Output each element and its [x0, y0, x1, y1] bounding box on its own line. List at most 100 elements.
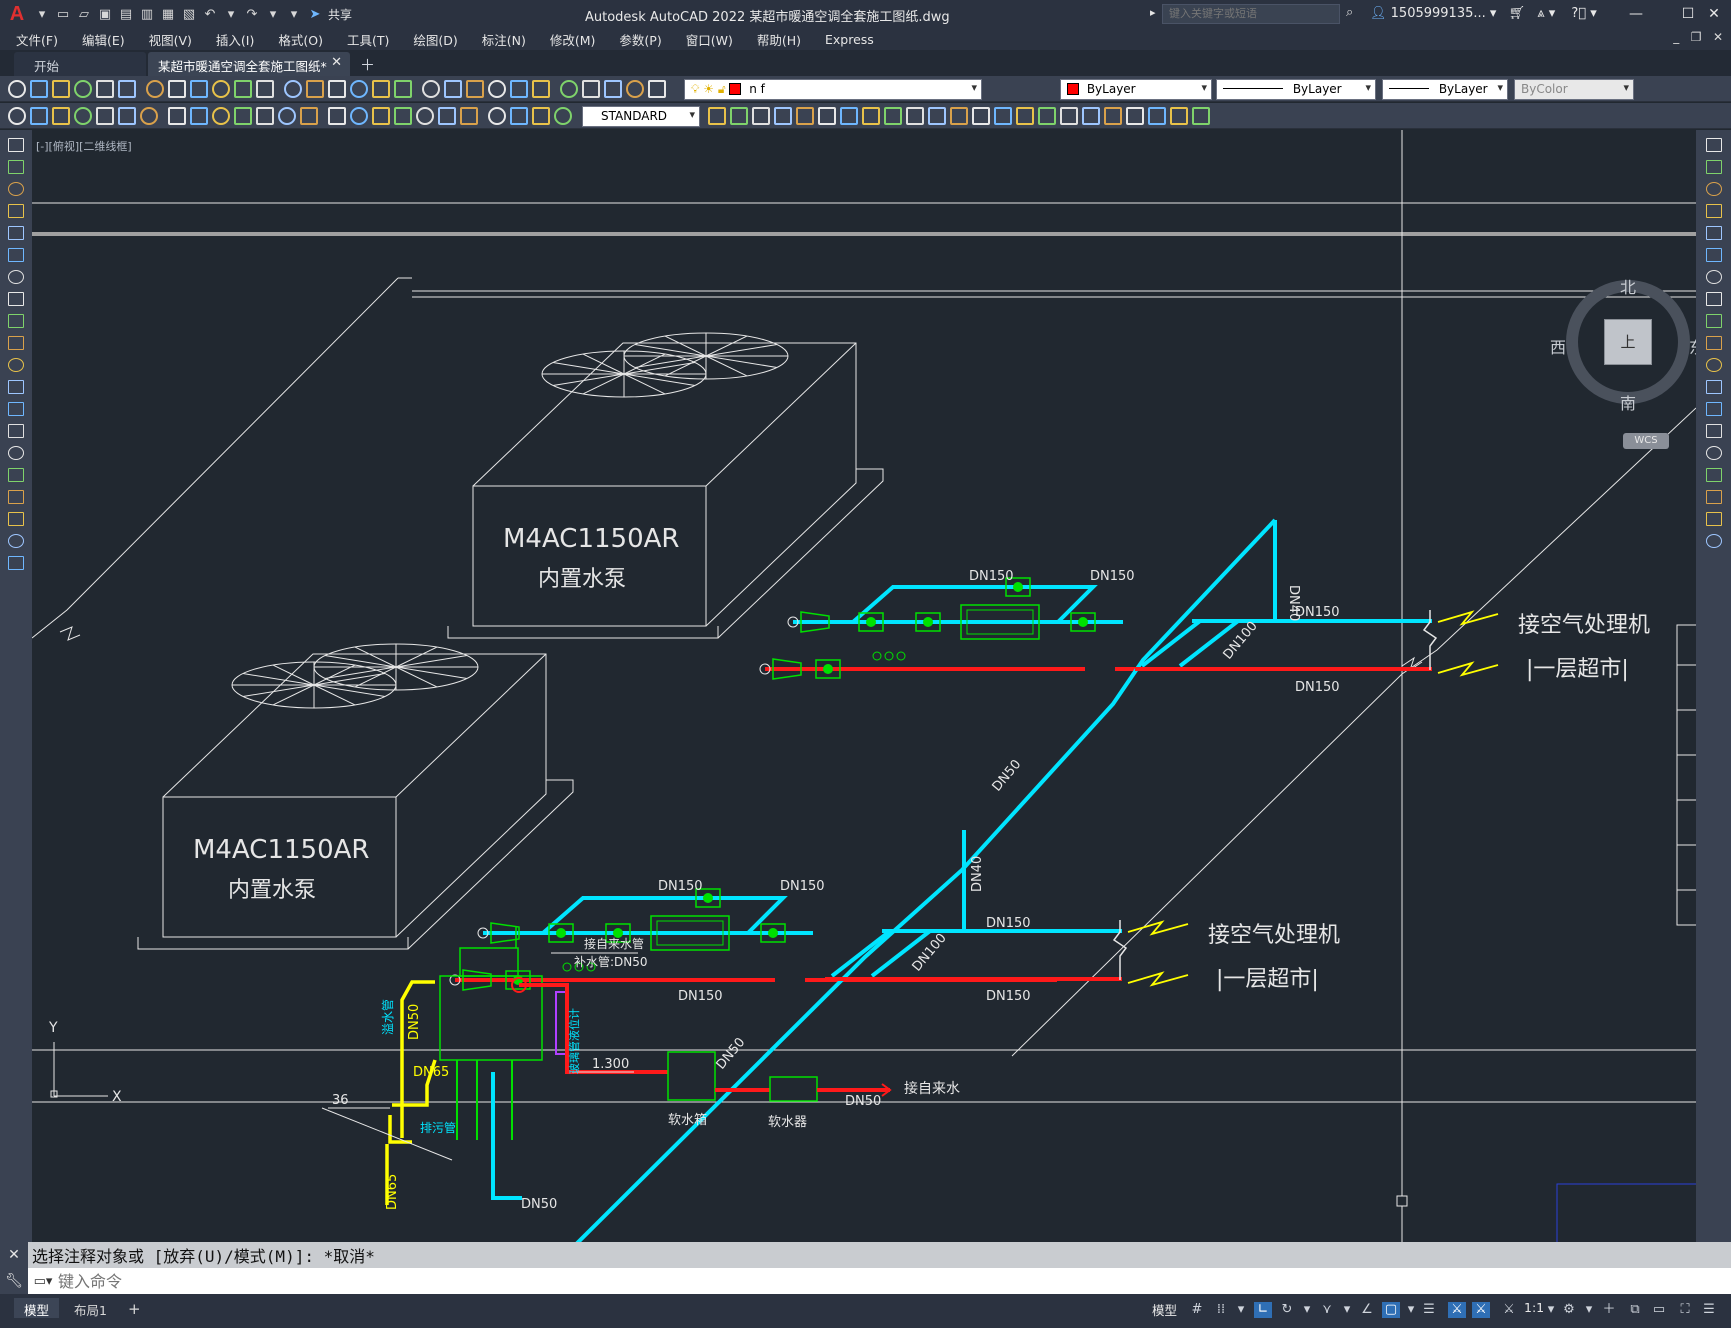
standard-tool-icon-25[interactable] — [582, 80, 600, 98]
view-tool-icon-7[interactable] — [862, 107, 880, 125]
menu-parametric[interactable]: 参数(P) — [619, 30, 661, 49]
standard-tool-icon-18[interactable] — [422, 80, 440, 98]
view-tool-icon-17[interactable] — [1082, 107, 1100, 125]
doc-close-button[interactable]: ✕ — [1713, 30, 1723, 44]
draw-tool-icon-7[interactable] — [8, 292, 24, 306]
open-file-icon[interactable]: ▱ — [74, 4, 94, 24]
view-tool-icon-16[interactable] — [1060, 107, 1078, 125]
polar-dropdown-icon[interactable]: ▾ — [1298, 1302, 1316, 1318]
dimension-tool-icon-12[interactable] — [278, 107, 296, 125]
dimension-tool-icon-0[interactable] — [8, 107, 26, 125]
menu-modify[interactable]: 修改(M) — [550, 30, 596, 49]
dimension-tool-icon-16[interactable] — [372, 107, 390, 125]
grid-icon[interactable]: # — [1188, 1302, 1206, 1318]
dimension-tool-icon-23[interactable] — [532, 107, 550, 125]
modify-tool-icon-5[interactable] — [1706, 248, 1722, 262]
workspace-gear-icon[interactable]: ⚙ — [1560, 1302, 1578, 1318]
close-button[interactable]: ✕ — [1702, 3, 1726, 25]
lineweight-combo[interactable]: ByLayer ▾ — [1382, 79, 1508, 100]
add-scale-icon[interactable]: ＋ — [1600, 1302, 1618, 1318]
dimension-tool-icon-15[interactable] — [350, 107, 368, 125]
view-tool-icon-1[interactable] — [730, 107, 748, 125]
draw-tool-icon-9[interactable] — [8, 336, 24, 350]
tab-model[interactable]: 模型 — [14, 1298, 60, 1318]
view-tool-icon-3[interactable] — [774, 107, 792, 125]
tab-start[interactable]: 开始 — [14, 52, 146, 76]
standard-tool-icon-26[interactable] — [604, 80, 622, 98]
draw-tool-icon-16[interactable] — [8, 490, 24, 504]
new-tab-button[interactable]: ＋ — [360, 54, 375, 75]
dimension-tool-icon-11[interactable] — [256, 107, 274, 125]
auto-scale-icon[interactable]: ⚔ — [1472, 1302, 1490, 1318]
modify-tool-icon-13[interactable] — [1706, 424, 1722, 438]
dimension-tool-icon-2[interactable] — [52, 107, 70, 125]
modify-tool-icon-18[interactable] — [1706, 534, 1722, 548]
share-label[interactable]: 共享 — [328, 6, 352, 23]
help-dropdown-icon[interactable]: ▾ — [1590, 6, 1597, 21]
dimension-tool-icon-20[interactable] — [460, 107, 478, 125]
view-tool-icon-14[interactable] — [1016, 107, 1034, 125]
draw-tool-icon-18[interactable] — [8, 534, 24, 548]
draw-tool-icon-8[interactable] — [8, 314, 24, 328]
redo-icon[interactable]: ↷ — [242, 4, 262, 24]
isolate-objects-icon[interactable]: ⧉ — [1626, 1302, 1644, 1318]
tab-drawing[interactable]: 某超市暖通空调全套施工图纸* ✕ — [148, 52, 350, 76]
standard-tool-icon-1[interactable] — [30, 80, 48, 98]
annotation-visibility-icon[interactable]: ⚔ — [1448, 1302, 1466, 1318]
maximize-button[interactable]: ☐ — [1676, 3, 1700, 25]
modify-tool-icon-0[interactable] — [1706, 138, 1722, 152]
view-tool-icon-4[interactable] — [796, 107, 814, 125]
menu-view[interactable]: 视图(V) — [149, 30, 192, 49]
search-expand-icon[interactable]: ▸ — [1150, 6, 1156, 19]
view-tool-icon-20[interactable] — [1148, 107, 1166, 125]
lineweight-toggle-icon[interactable]: ☰ — [1420, 1302, 1438, 1318]
view-tool-icon-10[interactable] — [928, 107, 946, 125]
dimension-tool-icon-18[interactable] — [416, 107, 434, 125]
autocad-logo-icon[interactable]: A — [6, 3, 28, 25]
object-snap-icon[interactable]: ▢ — [1382, 1302, 1400, 1318]
modify-tool-icon-11[interactable] — [1706, 380, 1722, 394]
dimension-tool-icon-19[interactable] — [438, 107, 456, 125]
viewcube[interactable]: 北 南 东 西 上 WCS — [1547, 278, 1696, 450]
modify-tool-icon-16[interactable] — [1706, 490, 1722, 504]
drawing-canvas[interactable]: [-][俯视][二维线框] M4AC1150AR 内置水泵 M4AC1150AR… — [32, 130, 1696, 1242]
object-snap-dropdown-icon[interactable]: ▾ — [1402, 1302, 1420, 1318]
annotation-scale-icon[interactable]: ⚔ — [1500, 1302, 1518, 1318]
view-tool-icon-11[interactable] — [950, 107, 968, 125]
cart-icon[interactable]: 🛒︎ — [1509, 6, 1526, 21]
modify-tool-icon-9[interactable] — [1706, 336, 1722, 350]
view-tool-icon-19[interactable] — [1126, 107, 1144, 125]
menu-express[interactable]: Express — [825, 32, 874, 47]
hardware-acceleration-icon[interactable]: ▭ — [1650, 1302, 1668, 1318]
standard-tool-icon-19[interactable] — [444, 80, 462, 98]
save-web-icon[interactable]: ▦ — [158, 4, 178, 24]
standard-tool-icon-7[interactable] — [168, 80, 186, 98]
dimension-tool-icon-21[interactable] — [488, 107, 506, 125]
dimension-tool-icon-6[interactable] — [140, 107, 158, 125]
dimension-tool-icon-10[interactable] — [234, 107, 252, 125]
standard-tool-icon-24[interactable] — [560, 80, 578, 98]
open-web-icon[interactable]: ▥ — [137, 4, 157, 24]
draw-tool-icon-17[interactable] — [8, 512, 24, 526]
doc-minimize-button[interactable]: _ — [1673, 30, 1679, 44]
modify-tool-icon-14[interactable] — [1706, 446, 1722, 460]
standard-tool-icon-2[interactable] — [52, 80, 70, 98]
view-tool-icon-15[interactable] — [1038, 107, 1056, 125]
standard-tool-icon-8[interactable] — [190, 80, 208, 98]
compass-east[interactable]: 东 — [1689, 334, 1696, 358]
wcs-menu-button[interactable]: WCS — [1623, 433, 1669, 449]
modify-tool-icon-3[interactable] — [1706, 204, 1722, 218]
dimension-tool-icon-9[interactable] — [212, 107, 230, 125]
draw-tool-icon-11[interactable] — [8, 380, 24, 394]
draw-tool-icon-1[interactable] — [8, 160, 24, 174]
standard-tool-icon-0[interactable] — [8, 80, 26, 98]
dimension-tool-icon-17[interactable] — [394, 107, 412, 125]
standard-tool-icon-5[interactable] — [118, 80, 136, 98]
standard-tool-icon-16[interactable] — [372, 80, 390, 98]
save-as-icon[interactable]: ▤ — [116, 4, 136, 24]
draw-tool-icon-6[interactable] — [8, 270, 24, 284]
standard-tool-icon-28[interactable] — [648, 80, 666, 98]
dimension-tool-icon-1[interactable] — [30, 107, 48, 125]
dimension-tool-icon-8[interactable] — [190, 107, 208, 125]
clean-screen-icon[interactable]: ⛶ — [1676, 1302, 1694, 1318]
